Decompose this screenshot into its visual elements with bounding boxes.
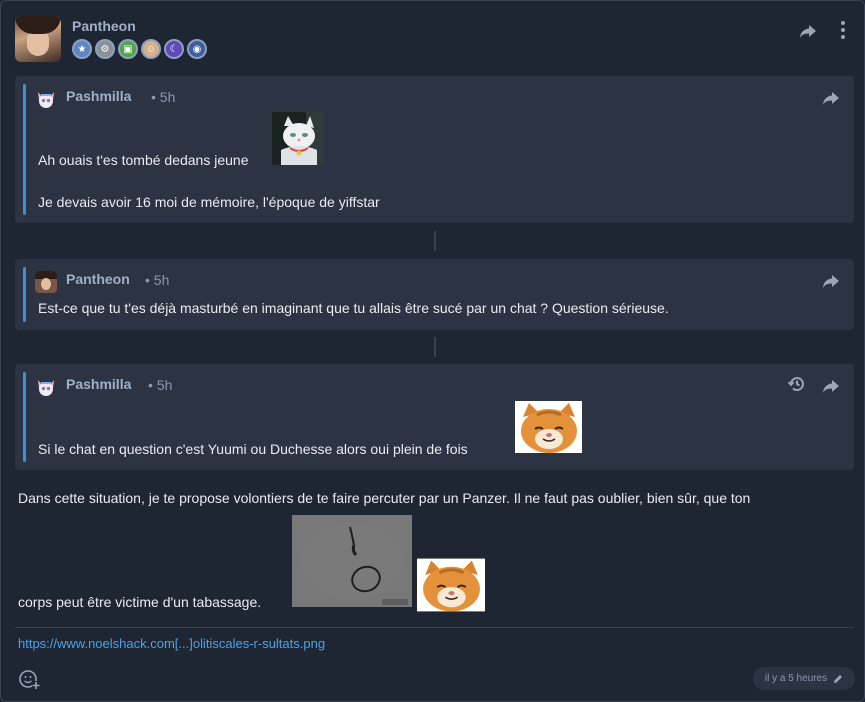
pashmilla-avatar[interactable] (35, 376, 57, 398)
smiling-cat-image[interactable] (515, 401, 582, 453)
cat-sticker-image[interactable] (272, 112, 324, 165)
quote-block: Pashmilla • 5h Si le chat en question c'… (15, 364, 854, 470)
quote-text: Ah ouais t'es tombé dedans jeune (38, 152, 249, 168)
share-icon[interactable] (798, 21, 818, 41)
share-icon[interactable] (821, 376, 841, 396)
quote-author[interactable]: Pashmilla (66, 88, 131, 104)
quote-text: Est-ce que tu t'es déjà masturbé en imag… (38, 300, 669, 316)
gear-badge-icon[interactable]: ⚙ (95, 39, 115, 59)
quote-block: Pashmilla • 5h Ah ouais t'es tombé dedan… (15, 76, 854, 223)
timestamp-text: il y a 5 heures (764, 673, 828, 684)
thread-connector (434, 231, 436, 251)
thread-connector (434, 337, 436, 357)
face-badge-icon[interactable]: ☺ (141, 39, 161, 59)
pantheon-avatar[interactable] (35, 271, 57, 293)
quote-time: • 5h (148, 377, 173, 393)
author-name[interactable]: Pantheon (72, 18, 136, 34)
pashmilla-avatar[interactable] (35, 88, 57, 110)
quote-text: Si le chat en question c'est Yuumi ou Du… (38, 441, 468, 457)
edited-timestamp-pill[interactable]: il y a 5 heures (753, 667, 855, 690)
quote-bar (23, 372, 26, 462)
attachment-link[interactable]: https://www.noelshack.com[...]olitiscale… (18, 636, 325, 651)
signature-divider (15, 627, 854, 628)
quote-bar (23, 84, 26, 215)
quote-block: Pantheon • 5h Est-ce que tu t'es déjà ma… (15, 259, 854, 330)
moon-badge-icon[interactable]: ☾ (164, 39, 184, 59)
share-icon[interactable] (821, 88, 841, 108)
badge-row: ★ ⚙ ▣ ☺ ☾ ◉ (72, 39, 207, 59)
game-badge-icon[interactable]: ▣ (118, 39, 138, 59)
share-icon[interactable] (821, 271, 841, 291)
pencil-icon (834, 674, 843, 683)
quote-author[interactable]: Pantheon (66, 271, 130, 287)
post-body-text: Dans cette situation, je te propose volo… (18, 490, 751, 506)
planet-badge-icon[interactable]: ◉ (187, 39, 207, 59)
author-avatar[interactable] (15, 16, 61, 62)
smiling-cat-image[interactable] (417, 558, 485, 612)
quote-time: • 5h (151, 89, 176, 105)
quote-author[interactable]: Pashmilla (66, 376, 131, 392)
post-body-text: corps peut être victime d'un tabassage. (18, 594, 262, 610)
add-reaction-icon[interactable] (18, 668, 40, 690)
history-icon[interactable] (787, 374, 807, 394)
quote-bar (23, 267, 26, 322)
noose-gif-image[interactable] (292, 515, 412, 607)
quote-time: • 5h (145, 272, 170, 288)
more-options-icon[interactable] (836, 19, 850, 41)
quote-text: Je devais avoir 16 moi de mémoire, l'épo… (38, 194, 380, 210)
star-badge-icon[interactable]: ★ (72, 39, 92, 59)
forum-post: Pantheon ★ ⚙ ▣ ☺ ☾ ◉ Pashmilla • 5h Ah o… (0, 0, 865, 702)
